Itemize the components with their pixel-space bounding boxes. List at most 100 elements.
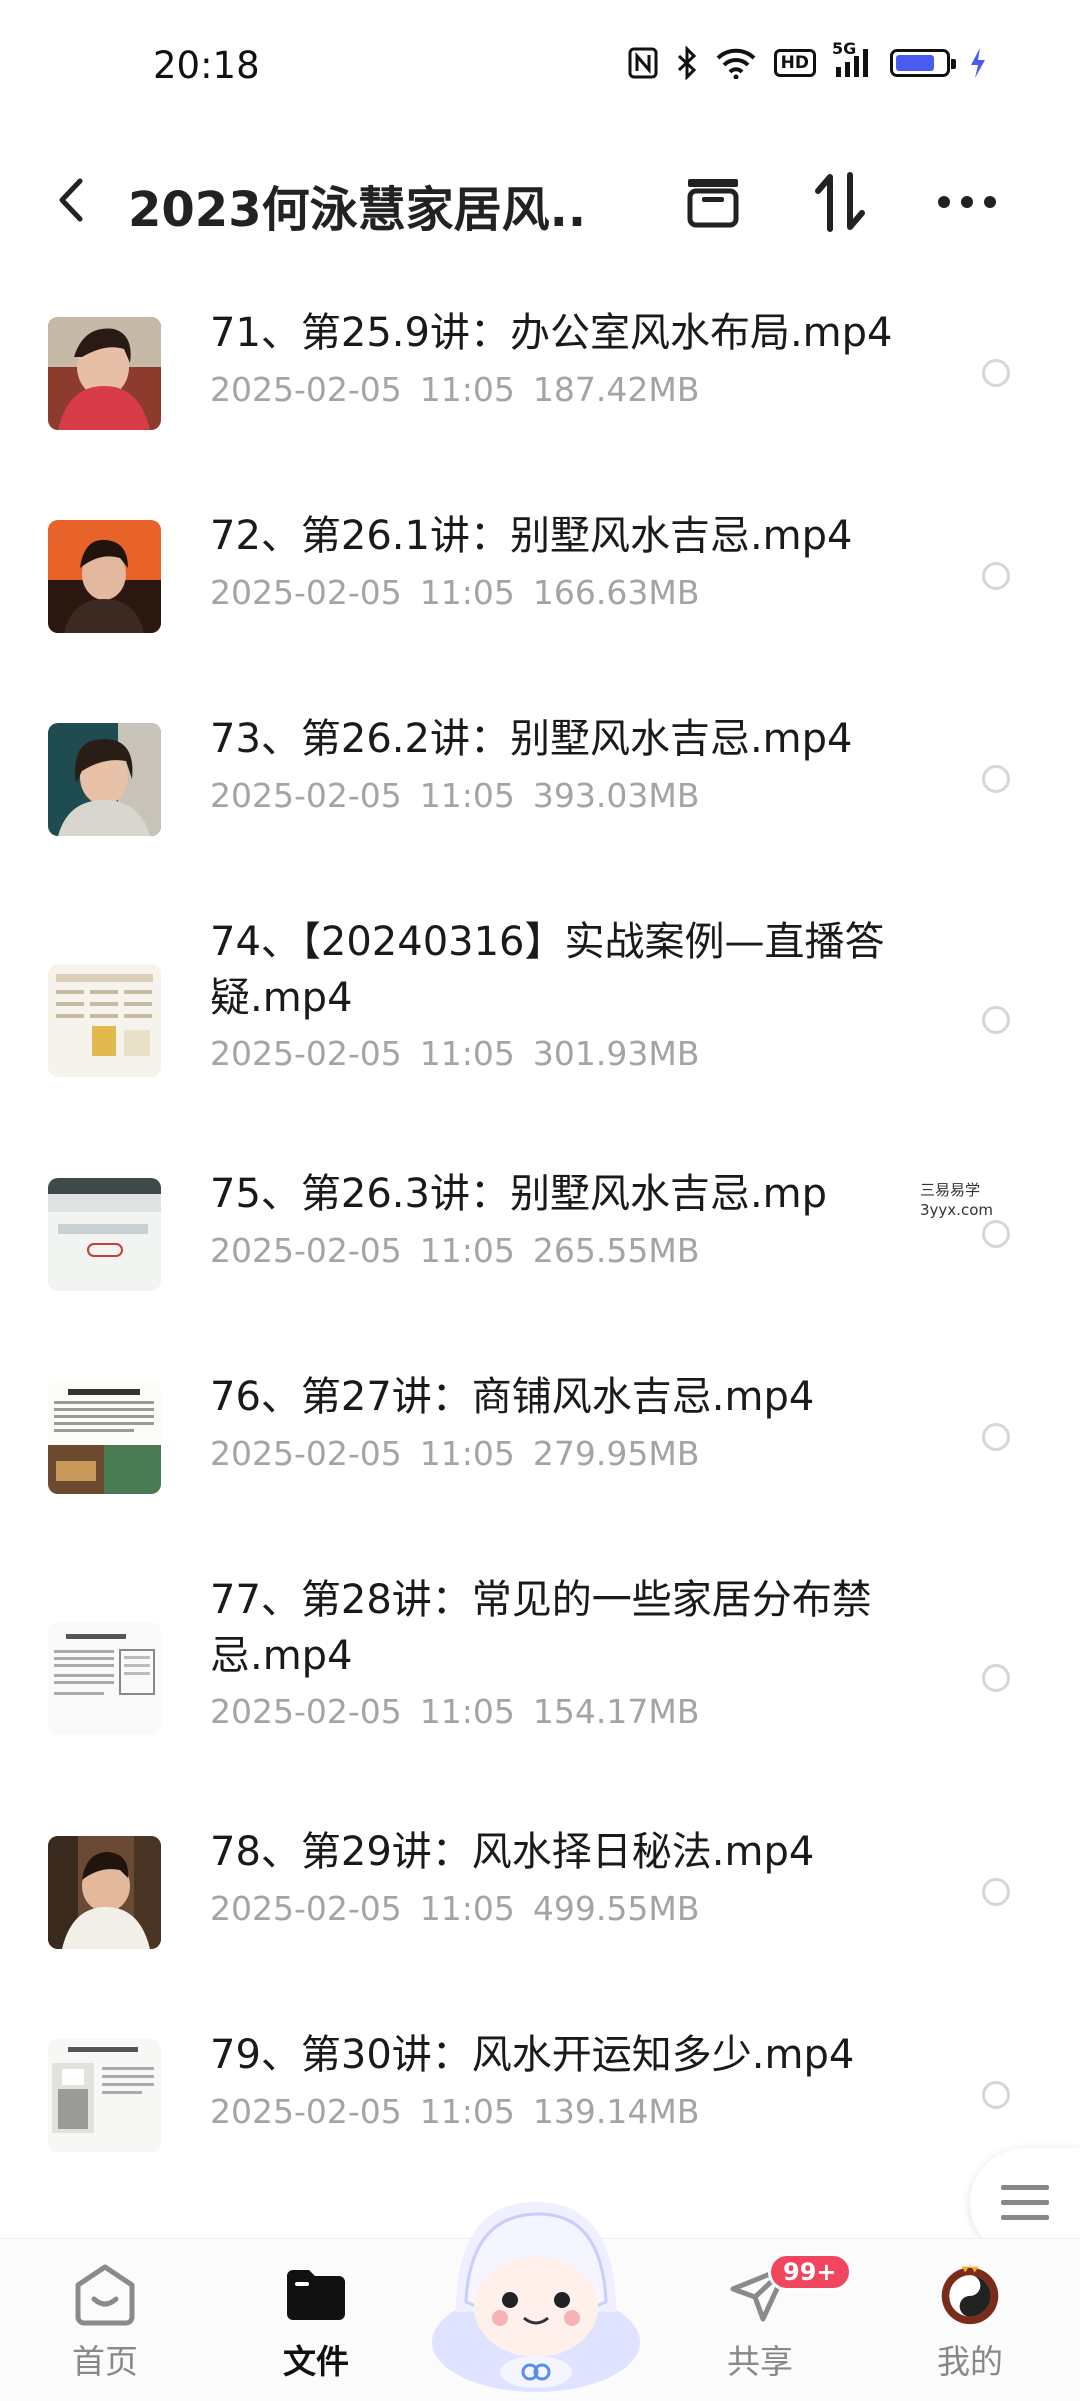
nfc-icon <box>628 47 658 79</box>
share-badge: 99+ <box>768 2253 852 2291</box>
file-meta: 2025-02-05 11:05 139.14MB <box>210 2092 717 2131</box>
nav-share-label: 共享 <box>727 2342 793 2381</box>
file-name: 77、第28讲：常见的一些家居分布禁忌.mp4 <box>210 1577 872 1679</box>
video-thumbnail <box>48 1622 161 1735</box>
avatar <box>937 2261 1003 2327</box>
top-app-bar: 2023何泳慧家居风... <box>0 140 1080 270</box>
file-time: 11:05 <box>419 776 515 815</box>
charging-icon <box>968 46 988 80</box>
file-date: 2025-02-05 <box>210 2092 402 2131</box>
file-time: 11:05 <box>419 1231 515 1270</box>
more-button[interactable] <box>927 162 1007 242</box>
file-size: 499.55MB <box>532 1889 700 1928</box>
file-size: 265.55MB <box>532 1231 700 1270</box>
file-size: 139.14MB <box>532 2092 700 2131</box>
nav-home[interactable]: 首页 <box>25 2261 185 2383</box>
file-meta: 2025-02-05 11:05 166.63MB <box>210 573 717 612</box>
folder-icon <box>283 2261 349 2327</box>
file-date: 2025-02-05 <box>210 573 402 612</box>
file-name: 73、第26.2讲：别墅风水吉忌.mp4 <box>210 716 853 762</box>
back-icon <box>59 178 83 222</box>
select-checkbox[interactable] <box>982 1423 1010 1451</box>
file-time: 11:05 <box>419 573 515 612</box>
file-time: 11:05 <box>419 1889 515 1928</box>
file-size: 154.17MB <box>532 1692 700 1731</box>
select-checkbox[interactable] <box>982 1220 1010 1248</box>
back-button[interactable] <box>46 160 96 240</box>
file-date: 2025-02-05 <box>210 1692 402 1731</box>
watermark: 三易易学 3yyx.com <box>920 1181 993 1219</box>
file-row[interactable]: 73、第26.2讲：别墅风水吉忌.mp4 2025-02-05 11:05 393.0… <box>0 696 1080 899</box>
file-size: 393.03MB <box>532 776 700 815</box>
nav-share[interactable]: 99+ 共享 <box>680 2253 852 2383</box>
file-name: 75、第26.3讲：别墅风水吉忌.mp <box>210 1171 828 1217</box>
file-time: 11:05 <box>419 370 515 409</box>
file-list: 71、第25.9讲：办公室风水布局.mp4 2025-02-05 11:05 187.… <box>0 290 1080 2215</box>
file-size: 301.93MB <box>532 1034 700 1073</box>
battery-icon <box>890 49 956 77</box>
signal-icon: 5G <box>832 39 872 79</box>
more-icon <box>938 196 996 208</box>
watermark-backdrop <box>830 1182 920 1242</box>
mascot-icon <box>432 2202 640 2392</box>
nav-me[interactable]: 我的 <box>890 2261 1050 2383</box>
select-checkbox[interactable] <box>982 2081 1010 2109</box>
file-meta: 2025-02-05 11:05 154.17MB <box>210 1692 717 1731</box>
mascot-assistant-button[interactable] <box>426 2182 646 2392</box>
file-name: 76、第27讲：商铺风水吉忌.mp4 <box>210 1374 815 1420</box>
video-thumbnail <box>48 964 161 1077</box>
file-date: 2025-02-05 <box>210 776 402 815</box>
file-date: 2025-02-05 <box>210 1231 402 1270</box>
select-checkbox[interactable] <box>982 765 1010 793</box>
select-checkbox[interactable] <box>982 1664 1010 1692</box>
file-date: 2025-02-05 <box>210 1034 402 1073</box>
file-time: 11:05 <box>419 1034 515 1073</box>
video-thumbnail <box>48 2039 161 2152</box>
nav-files[interactable]: 文件 <box>236 2261 396 2383</box>
folder-title: 2023何泳慧家居风... <box>128 182 588 238</box>
file-date: 2025-02-05 <box>210 370 402 409</box>
file-name: 72、第26.1讲：别墅风水吉忌.mp4 <box>210 513 853 559</box>
video-thumbnail <box>48 1836 161 1949</box>
video-thumbnail <box>48 520 161 633</box>
file-time: 11:05 <box>419 2092 515 2131</box>
file-meta: 2025-02-05 11:05 187.42MB <box>210 370 717 409</box>
sort-icon <box>815 172 865 232</box>
video-thumbnail <box>48 317 161 430</box>
select-checkbox[interactable] <box>982 562 1010 590</box>
nav-home-label: 首页 <box>72 2342 138 2381</box>
video-thumbnail <box>48 1178 161 1291</box>
file-row[interactable]: 71、第25.9讲：办公室风水布局.mp4 2025-02-05 11:05 187.… <box>0 290 1080 493</box>
file-meta: 2025-02-05 11:05 393.03MB <box>210 776 717 815</box>
file-time: 11:05 <box>419 1692 515 1731</box>
nav-me-label: 我的 <box>937 2342 1003 2381</box>
file-name: 78、第29讲：风水择日秘法.mp4 <box>210 1829 815 1875</box>
select-checkbox[interactable] <box>982 1006 1010 1034</box>
file-meta: 2025-02-05 11:05 301.93MB <box>210 1034 717 1073</box>
file-name: 71、第25.9讲：办公室风水布局.mp4 <box>210 310 893 356</box>
archive-button[interactable] <box>673 162 753 242</box>
status-icons: HD 5G <box>628 39 988 80</box>
file-row[interactable]: 72、第26.1讲：别墅风水吉忌.mp4 2025-02-05 11:05 166.6… <box>0 493 1080 696</box>
status-bar: 20:18 HD 5G <box>0 0 1080 140</box>
file-name: 79、第30讲：风水开运知多少.mp4 <box>210 2032 855 2078</box>
archive-icon <box>687 179 739 228</box>
select-checkbox[interactable] <box>982 1878 1010 1906</box>
file-size: 166.63MB <box>532 573 700 612</box>
menu-icon <box>1001 2185 1049 2220</box>
sort-button[interactable] <box>800 162 880 242</box>
video-thumbnail <box>48 1381 161 1494</box>
file-row[interactable]: 78、第29讲：风水择日秘法.mp4 2025-02-05 11:05 499.55M… <box>0 1809 1080 2012</box>
file-date: 2025-02-05 <box>210 1889 402 1928</box>
bluetooth-icon <box>676 46 698 80</box>
file-row[interactable]: 74、【20240316】实战案例—直播答疑.mp4 2025-02-05 11:0… <box>0 899 1080 1151</box>
file-row[interactable]: 77、第28讲：常见的一些家居分布禁忌.mp4 2025-02-05 11:05 15… <box>0 1557 1080 1809</box>
file-meta: 2025-02-05 11:05 499.55MB <box>210 1889 717 1928</box>
file-row[interactable]: 76、第27讲：商铺风水吉忌.mp4 2025-02-05 11:05 279.95M… <box>0 1354 1080 1557</box>
wifi-icon <box>716 47 756 79</box>
video-thumbnail <box>48 723 161 836</box>
select-checkbox[interactable] <box>982 359 1010 387</box>
file-time: 11:05 <box>419 1434 515 1473</box>
file-size: 187.42MB <box>532 370 700 409</box>
file-date: 2025-02-05 <box>210 1434 402 1473</box>
